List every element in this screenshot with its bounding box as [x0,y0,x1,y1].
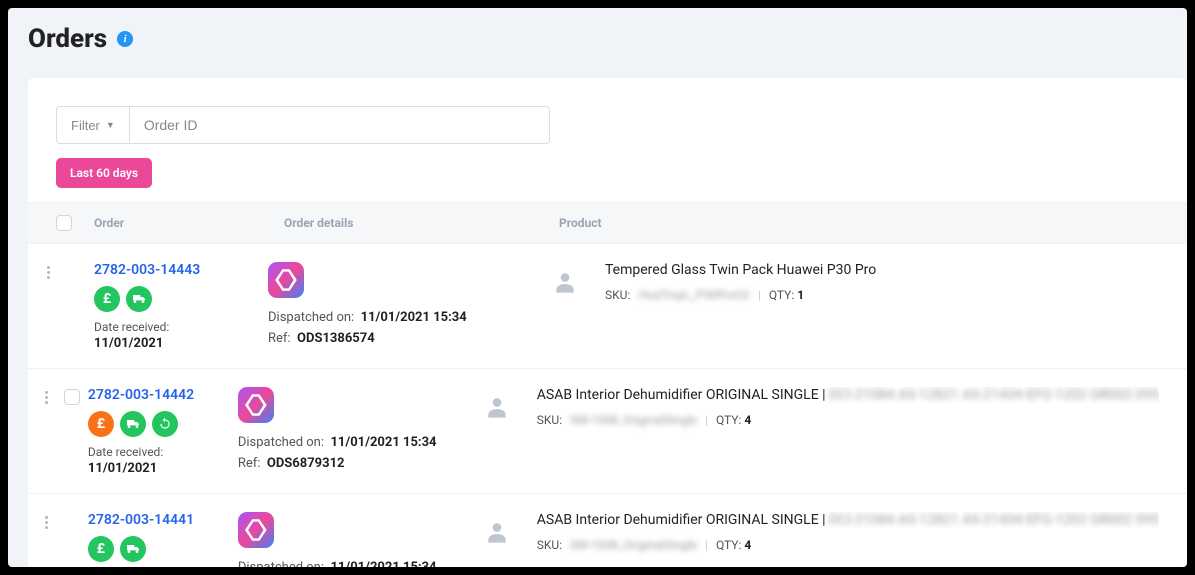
order-ref: Ref: ODS6879312 [238,456,475,471]
date-received-label: Date received: [88,445,238,459]
row-actions-menu[interactable] [40,387,54,477]
product-title: Tempered Glass Twin Pack Huawei P30 Pro [605,262,1159,278]
marketplace-icon [238,512,274,548]
order-link[interactable]: 2782-003-14442 [88,387,238,403]
table-row: 2782-003-14442 £ Date received: 11/01/2021D… [28,369,1187,494]
marketplace-icon [238,387,274,423]
column-details: Order details [284,216,559,230]
dispatched-on: Dispatched on: 11/01/2021 15:34 [238,560,475,567]
marketplace-icon [268,262,304,298]
row-checkbox[interactable] [64,389,80,405]
filter-dropdown[interactable]: Filter ▼ [56,106,130,144]
info-icon[interactable]: i [117,31,133,47]
order-id-search-input[interactable] [130,106,550,144]
pound-icon: £ [94,286,120,312]
product-thumbnail [475,387,519,431]
status-badges: £ [88,411,238,437]
status-badges: £ [88,536,238,562]
truck-icon [120,536,146,562]
row-actions-menu[interactable] [40,512,54,567]
refresh-icon [152,411,178,437]
product-title: ASAB Interior Dehumidifier ORIGINAL SING… [537,387,1159,403]
orders-card: Filter ▼ Last 60 days Order Order detail… [28,78,1187,567]
product-meta: SKU: SM-1008_OriginalSingle | QTY: 4 [537,413,1159,427]
column-order: Order [94,216,284,230]
date-received-value: 11/01/2021 [94,336,268,351]
chevron-down-icon: ▼ [106,120,115,130]
date-received-label: Date received: [94,320,268,334]
column-product: Product [559,216,1159,230]
order-link[interactable]: 2782-003-14441 [88,512,238,528]
row-actions-menu[interactable] [40,262,56,352]
date-received-value: 11/01/2021 [88,461,238,476]
truck-icon [126,286,152,312]
product-meta: SKU: SM-1008_OriginalSingle | QTY: 4 [537,538,1159,552]
page-header: Orders i [8,8,1187,64]
date-range-chip[interactable]: Last 60 days [56,158,152,188]
dispatched-on: Dispatched on: 11/01/2021 15:34 [238,435,475,450]
filter-bar: Filter ▼ Last 60 days [28,78,1187,202]
dispatched-on: Dispatched on: 11/01/2021 15:34 [268,310,543,325]
product-thumbnail [475,512,519,556]
table-row: 2782-003-14441 £ Dispatched on: 11/01/2021… [28,494,1187,567]
select-all-checkbox[interactable] [56,215,72,231]
table-row: 2782-003-14443 £ Date received: 11/01/2021D… [28,244,1187,369]
truck-icon [120,411,146,437]
product-thumbnail [543,262,587,306]
table-header: Order Order details Product [28,202,1187,244]
pound-icon: £ [88,536,114,562]
pound-icon: £ [88,411,114,437]
page-title: Orders [28,24,107,54]
product-title: ASAB Interior Dehumidifier ORIGINAL SING… [537,512,1159,528]
filter-label: Filter [71,118,100,133]
status-badges: £ [94,286,268,312]
order-link[interactable]: 2782-003-14443 [94,262,268,278]
order-ref: Ref: ODS1386574 [268,331,543,346]
product-meta: SKU: HuaTmpL_P30ProClr | QTY: 1 [605,288,1159,302]
